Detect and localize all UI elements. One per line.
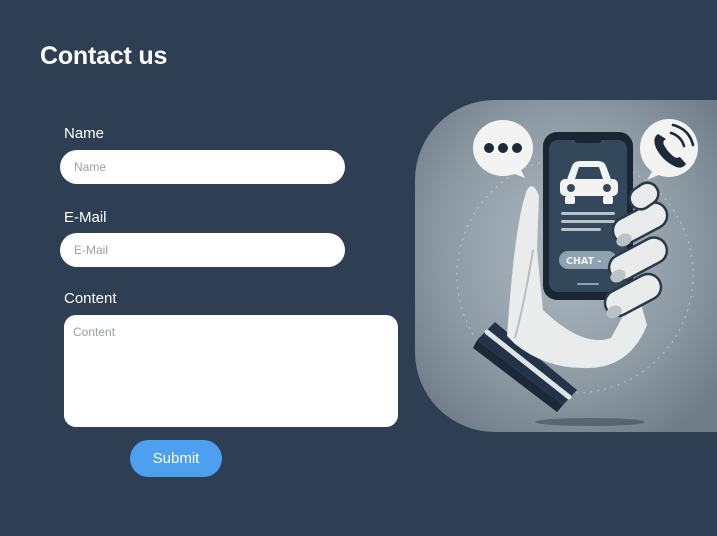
page-title: Contact us xyxy=(40,42,168,70)
content-textarea[interactable] xyxy=(64,315,398,427)
phone-in-hand-illustration: CHAT - xyxy=(415,100,717,432)
name-input[interactable] xyxy=(60,150,345,184)
phone-screen-chat-text: CHAT - xyxy=(566,256,601,267)
name-label: Name xyxy=(64,125,105,142)
content-label: Content xyxy=(64,290,117,307)
email-label: E-Mail xyxy=(64,209,107,226)
email-input[interactable] xyxy=(60,233,345,267)
submit-button[interactable]: Submit xyxy=(130,440,222,477)
contact-illustration: CHAT - xyxy=(415,100,717,432)
